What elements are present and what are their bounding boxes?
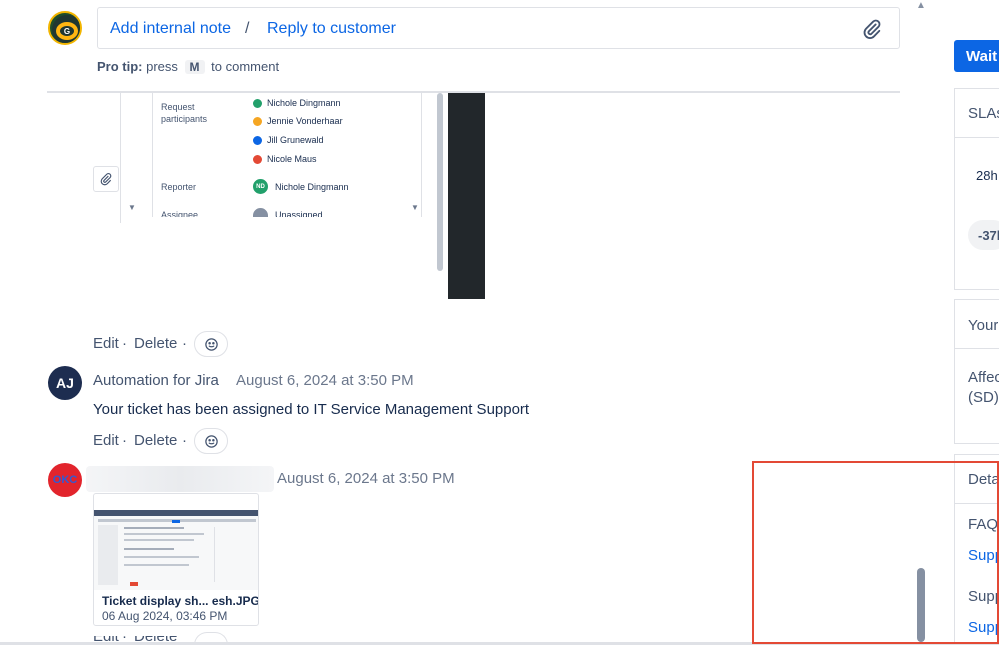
edit-button[interactable]: Edit: [93, 432, 119, 449]
action-separator: ·: [122, 432, 127, 449]
comment-editor[interactable]: Add internal note / Reply to customer: [97, 7, 900, 49]
assignee-name: Unassigned: [275, 210, 323, 217]
pro-tip-key: M: [184, 60, 205, 74]
participant-avatar: [253, 155, 262, 164]
participant-name: Jennie Vonderhaar: [267, 116, 343, 126]
emoji-icon: [204, 337, 218, 351]
embedded-image-left-panel: [93, 93, 121, 223]
pro-tip: Pro tip: press M to comment: [97, 59, 279, 74]
pro-tip-label: Pro tip:: [97, 59, 143, 74]
delete-button[interactable]: Delete: [134, 335, 177, 352]
action-separator: ·: [182, 335, 187, 352]
participant-avatar: [253, 117, 262, 126]
emoji-icon: [204, 434, 218, 448]
action-separator: ·: [182, 432, 187, 449]
attachment-card[interactable]: Ticket display sh... esh.JPG 06 Aug 2024…: [93, 493, 259, 626]
attachment-filename: Ticket display sh... esh.JPG: [102, 594, 259, 608]
affected-label-suffix: (SD): [968, 389, 999, 406]
participant-avatar: [253, 99, 262, 108]
comment-timestamp[interactable]: August 6, 2024 at 3:50 PM: [236, 372, 414, 389]
participant-name: Nichole Dingmann: [267, 98, 341, 108]
comment-timestamp[interactable]: August 6, 2024 at 3:50 PM: [277, 470, 455, 487]
current-user-avatar[interactable]: G: [48, 11, 82, 45]
details-panel-top: [954, 454, 999, 455]
participant-avatar: [253, 136, 262, 145]
sla-panel-top: [954, 88, 999, 89]
scroll-up-arrow-icon[interactable]: ▲: [916, 0, 926, 11]
embedded-scrollbar: [437, 93, 443, 271]
edit-button[interactable]: Edit: [93, 335, 119, 352]
embedded-image-details: Request participants Nichole Dingmann Je…: [152, 93, 422, 217]
embedded-chevron-down-icon: ▼: [128, 203, 136, 212]
highlight-box: [752, 461, 999, 644]
pro-tip-press: press: [146, 59, 178, 74]
fields-panel-bottom: [954, 443, 999, 444]
add-reaction-button[interactable]: [194, 428, 228, 454]
paperclip-icon[interactable]: [861, 18, 883, 45]
participant-name: Nicole Maus: [267, 154, 317, 164]
embedded-dark-panel: [448, 93, 485, 299]
redacted-author-name: [86, 466, 274, 492]
status-button-label: Wait: [966, 48, 998, 65]
sla-badge: -37h: [968, 220, 999, 250]
sla-divider: [954, 137, 999, 138]
reply-to-customer-link[interactable]: Reply to customer: [267, 20, 396, 38]
request-participants-label: Request participants: [161, 102, 208, 124]
your-label[interactable]: Your: [968, 317, 998, 334]
avatar[interactable]: OKC: [48, 463, 82, 497]
participant-name: Jill Grunewald: [267, 135, 324, 145]
sla-panel-bottom: [954, 289, 999, 290]
fields-panel-top: [954, 299, 999, 300]
delete-button[interactable]: Delete: [134, 432, 177, 449]
action-separator: ·: [122, 335, 127, 352]
sla-badge-label: -37h: [978, 228, 999, 243]
reporter-avatar: ND: [253, 179, 268, 194]
reporter-label: Reporter: [161, 182, 197, 192]
sla-time: 28h: [976, 168, 998, 183]
fields-panel-border: [954, 299, 955, 444]
editor-separator: /: [245, 20, 250, 37]
reporter-name: Nichole Dingmann: [275, 182, 349, 192]
slas-label[interactable]: SLAs: [968, 105, 999, 122]
fields-divider: [954, 348, 999, 349]
embedded-chevron-down-icon: ▼: [411, 203, 419, 212]
svg-text:G: G: [64, 27, 70, 36]
affected-label: Affec: [968, 369, 999, 386]
pro-tip-suffix: to comment: [211, 59, 280, 74]
sla-panel-border: [954, 88, 955, 290]
embedded-paperclip-icon: [93, 166, 119, 192]
avatar[interactable]: AJ: [48, 366, 82, 400]
attachment-thumbnail: [94, 510, 258, 590]
comment-author[interactable]: Automation for Jira: [93, 372, 219, 389]
add-reaction-button[interactable]: [194, 331, 228, 357]
status-button[interactable]: Wait: [954, 40, 999, 72]
attachment-date: 06 Aug 2024, 03:46 PM: [102, 609, 228, 623]
assignee-label: Assignee: [161, 210, 199, 217]
user-icon: [253, 208, 268, 217]
comment-body: Your ticket has been assigned to IT Serv…: [93, 401, 530, 418]
add-internal-note-link[interactable]: Add internal note: [110, 20, 231, 38]
